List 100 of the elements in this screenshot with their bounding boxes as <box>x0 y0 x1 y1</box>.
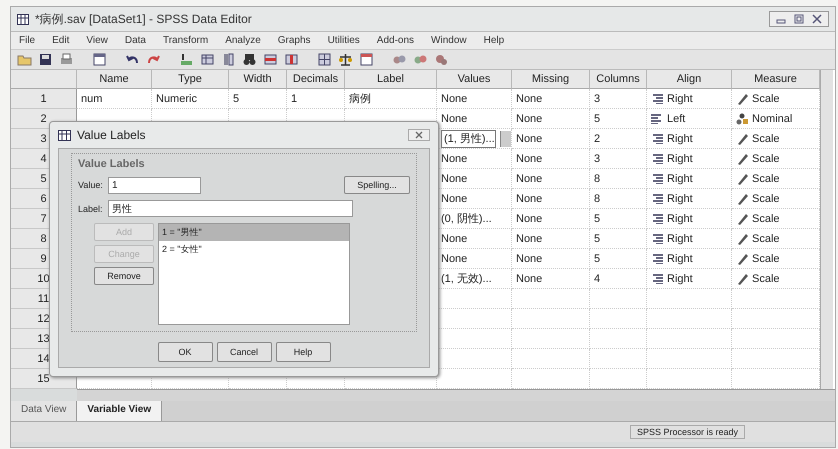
menu-item[interactable]: File <box>19 35 36 46</box>
menu-item[interactable]: Graphs <box>278 35 311 46</box>
view-tab[interactable]: Data View <box>11 401 78 421</box>
values-cell[interactable]: None <box>437 229 512 249</box>
value-labels-list[interactable]: 1 = "男性" 2 = "女性" <box>158 223 350 325</box>
grid-icon <box>17 14 29 24</box>
table-cell: Right <box>667 92 693 104</box>
column-header[interactable]: Measure <box>732 70 820 89</box>
close-icon[interactable] <box>408 129 430 141</box>
menu-item[interactable]: Data <box>124 35 146 46</box>
dialog-button[interactable]: Cancel <box>216 342 272 362</box>
table-cell: None <box>516 112 542 124</box>
table-cell: Scale <box>752 272 780 284</box>
label-field[interactable]: 男性 <box>108 200 353 217</box>
horizontal-scrollbar[interactable] <box>77 389 835 401</box>
table-icon[interactable] <box>200 52 215 67</box>
insert-column-icon[interactable] <box>284 52 299 67</box>
table-cell: 8 <box>594 192 600 204</box>
column-header[interactable]: Type <box>152 70 229 89</box>
table-cell: Scale <box>752 172 780 184</box>
values-cell[interactable]: None <box>437 149 512 169</box>
print-icon[interactable] <box>59 52 74 67</box>
value-field[interactable]: 1 <box>108 176 201 194</box>
dialog-button[interactable]: Remove <box>94 267 154 285</box>
table-cell: 3 <box>594 152 600 164</box>
table-cell: 8 <box>594 172 600 184</box>
column-header[interactable]: Missing <box>512 70 590 89</box>
table-cell: 5 <box>594 112 600 124</box>
field-label: Label: <box>78 204 102 214</box>
table-cell: Right <box>667 272 693 284</box>
table-cell: Right <box>667 132 693 144</box>
table-cell: Numeric <box>156 92 197 104</box>
maximize-icon[interactable] <box>794 14 804 24</box>
list-item[interactable]: 1 = "男性" <box>159 224 349 241</box>
grid-icon <box>58 130 71 140</box>
split-icon[interactable] <box>317 52 332 67</box>
binoculars-icon[interactable] <box>242 52 257 67</box>
column-header[interactable]: Label <box>345 70 437 89</box>
table-cell: None <box>516 132 542 144</box>
values-cell[interactable]: None <box>437 109 512 129</box>
table-cell: Right <box>667 152 693 164</box>
values-cell[interactable]: None <box>437 169 512 189</box>
column-header[interactable]: Name <box>77 70 152 89</box>
value-labels-field[interactable]: (1, 男性)... <box>441 130 496 148</box>
list-item[interactable]: 2 = "女性" <box>159 241 349 258</box>
vertical-scrollbar[interactable] <box>820 70 833 389</box>
table-cell: Scale <box>752 252 780 264</box>
goto-icon[interactable] <box>179 52 194 67</box>
dialog-button[interactable]: OK <box>158 342 212 362</box>
column-header[interactable]: Values <box>437 70 512 89</box>
close-icon[interactable] <box>812 14 822 24</box>
editing-cell[interactable]: (1, 男性)... <box>437 129 512 149</box>
menu-item[interactable]: View <box>86 35 108 46</box>
group-title: Value Labels <box>78 158 146 170</box>
menu-item[interactable]: Help <box>484 35 504 46</box>
table-cell: Scale <box>752 152 780 164</box>
values-cell[interactable]: None <box>437 249 512 269</box>
table-cell: num <box>81 92 102 104</box>
scale-icon[interactable] <box>338 52 353 67</box>
window-icon[interactable] <box>359 52 374 67</box>
table-cell: 5 <box>594 212 600 224</box>
menu-item[interactable]: Edit <box>52 35 70 46</box>
table-cell: None <box>516 232 542 244</box>
values-cell[interactable]: (0, 阴性)... <box>437 209 512 229</box>
table-cell: Scale <box>752 232 780 244</box>
status-text: SPSS Processor is ready <box>630 425 745 439</box>
table-cell: None <box>516 152 542 164</box>
table-cell: Nominal <box>752 112 792 124</box>
table-cell: Right <box>667 212 693 224</box>
field-label: Value: <box>78 180 102 190</box>
column-header[interactable]: Columns <box>590 70 647 89</box>
table-cell-text: 病例 <box>349 92 371 106</box>
table-cell: Scale <box>752 92 780 104</box>
table-cell: 1 <box>291 92 298 104</box>
table-cell: Right <box>667 232 693 244</box>
table-cell: None <box>516 92 542 104</box>
insert-row-icon[interactable] <box>263 52 278 67</box>
menu-item[interactable]: Add-ons <box>376 35 414 46</box>
column-header[interactable]: Align <box>647 70 732 89</box>
dialog-icon[interactable] <box>92 52 107 67</box>
values-cell[interactable]: (1, 无效)... <box>437 269 512 289</box>
ellipsis-button[interactable] <box>500 130 511 146</box>
view-tab[interactable]: Variable View <box>77 401 162 421</box>
table-cell: Right <box>667 252 693 264</box>
menu-item[interactable]: Window <box>431 35 467 46</box>
circles-icon[interactable] <box>434 52 449 67</box>
values-cell[interactable]: None <box>437 89 512 109</box>
menu-item[interactable]: Transform <box>162 35 208 46</box>
save-icon[interactable] <box>38 52 53 67</box>
dialog-button[interactable]: Help <box>276 342 330 362</box>
spelling-button[interactable]: Spelling... <box>344 176 410 194</box>
column-header[interactable]: Decimals <box>287 70 345 89</box>
row-number[interactable]: 1 <box>11 89 77 109</box>
table-cell: Left <box>667 112 686 124</box>
columns-icon[interactable] <box>221 52 236 67</box>
values-cell[interactable]: None <box>437 189 512 209</box>
table-cell: 5 <box>594 252 600 264</box>
menu-item[interactable]: Analyze <box>225 35 261 46</box>
menu-item[interactable]: Utilities <box>328 35 360 46</box>
column-header[interactable]: Width <box>229 70 287 89</box>
